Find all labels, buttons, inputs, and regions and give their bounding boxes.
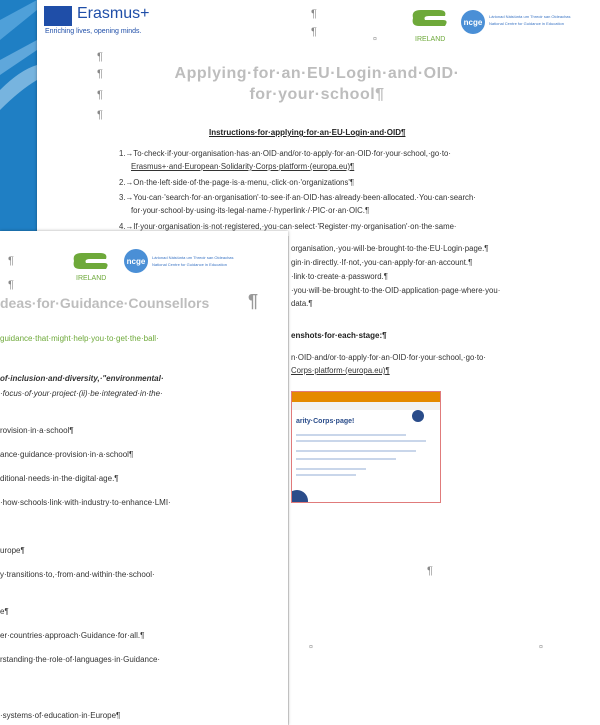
pilcrow-mark: ¶ xyxy=(248,291,259,311)
ideas-title: deas·for·Guidance·Counsellors xyxy=(0,295,210,311)
instruction-item-1: 1.→To·check·if·your·organisation·has·an·… xyxy=(119,149,451,158)
ncge-logo: ncge xyxy=(461,10,485,34)
continuation-line-1: organisation,·you·will·be·brought·to·the… xyxy=(291,244,489,253)
document-title-line1: Applying·for·an·EU·Login·and·OID· xyxy=(174,65,460,82)
cell-marker: ¤ xyxy=(309,644,313,651)
idea-line-6: y·transitions·to,·from·and·within·the·sc… xyxy=(0,570,155,579)
euroguidance-logo-icon xyxy=(70,249,112,271)
embedded-screenshot: arity·Corps·page! xyxy=(291,391,441,503)
ncge-partner-line2: National Centre for Guidance in Educatio… xyxy=(489,21,564,26)
ideas-subtitle: guidance·that·might·help·you·to·get·the·… xyxy=(0,334,159,343)
instruction-item-3-cont: for·your·school·by·using·its·legal·name·… xyxy=(131,206,370,215)
eu-flag-icon xyxy=(44,6,72,26)
idea-line-2: ance·guidance·provision·in·a·school¶ xyxy=(0,450,134,459)
pilcrow-mark: ¶ xyxy=(311,26,317,38)
pilcrow-mark: ¶ xyxy=(8,279,14,291)
screenshots-heading: enshots·for·each·stage:¶ xyxy=(291,331,387,340)
cell-marker: ¤ xyxy=(539,644,543,651)
erasmus-platform-link[interactable]: Erasmus+·and·European·Solidarity·Corps·p… xyxy=(131,162,354,171)
screenshot-address-bar xyxy=(292,402,440,410)
idea-line-4: ·how·schools·link·with·industry·to·enhan… xyxy=(0,498,171,507)
idea-line-1: rovision·in·a·school¶ xyxy=(0,426,74,435)
screenshot-avatar-icon xyxy=(412,410,424,422)
pilcrow-mark: ¶ xyxy=(97,109,103,121)
continuation-line-3: ·link·to·create·a·password.¶ xyxy=(291,272,388,281)
ncge-partner-line1: Lárionad Náisiúnta um Threoir san Oideac… xyxy=(489,14,571,19)
screenshot-page-title: arity·Corps·page! xyxy=(296,418,355,425)
idea-line-10: ·systems·of·education·in·Europe¶ xyxy=(0,711,121,720)
screenshots-line-1: n·OID·and/or·to·apply·for·an·OID·for·you… xyxy=(291,353,486,362)
ireland-label: IRELAND xyxy=(76,275,107,282)
pilcrow-mark: ¶ xyxy=(97,89,103,101)
continuation-line-4: ·you·will·be·brought·to·the·OID·applicat… xyxy=(291,286,501,295)
pilcrow-mark: ¶ xyxy=(8,255,14,267)
idea-line-3: ditional·needs·in·the·digital·age.¶ xyxy=(0,474,119,483)
continuation-line-5: data.¶ xyxy=(291,299,313,308)
erasmus-logo-text: Erasmus+ xyxy=(77,5,150,22)
instructions-heading: Instructions·for·applying·for·an·EU·Logi… xyxy=(209,128,406,137)
idea-line-9: rstanding·the·role·of·languages·in·Guida… xyxy=(0,655,161,664)
idea-line-5: urope¶ xyxy=(0,546,25,555)
instruction-item-4: 4.→If·your·organisation·is·not·registere… xyxy=(119,222,457,231)
pilcrow-mark: ¶ xyxy=(97,68,103,80)
ireland-label: IRELAND xyxy=(415,36,446,43)
document-page-instructions: Erasmus+ Enriching lives, opening minds.… xyxy=(37,0,600,236)
screenshot-orange-bar xyxy=(292,392,440,402)
pilcrow-mark: ¶ xyxy=(97,51,103,63)
ideas-bold-line-1: of·inclusion·and·diversity,·"environment… xyxy=(0,374,164,383)
idea-line-7: e¶ xyxy=(0,607,9,616)
erasmus-tagline: Enriching lives, opening minds. xyxy=(45,28,142,35)
ncge-partner-line1: Lárionad Náisiúnta um Threoir san Oideac… xyxy=(152,255,234,260)
idea-line-8: er·countries·approach·Guidance·for·all.¶ xyxy=(0,631,145,640)
continuation-line-2: gin·in·directly.·If·not,·you·can·apply·f… xyxy=(291,258,473,267)
instruction-item-3: 3.→You·can·'search·for·an·organisation'·… xyxy=(119,193,476,202)
cell-marker: ¤ xyxy=(373,36,377,43)
instruction-item-2: 2.→On·the·left·side·of·the·page·is·a·men… xyxy=(119,178,355,187)
document-page-continuation: organisation,·you·will·be·brought·to·the… xyxy=(288,236,600,725)
pilcrow-mark: ¶ xyxy=(311,8,317,20)
ncge-partner-line2: National Centre for Guidance in Educatio… xyxy=(152,262,227,267)
ncge-logo: ncge xyxy=(124,249,148,273)
document-title-line2: for·your·school¶ xyxy=(249,86,385,103)
ideas-bold-line-2: ·focus·of·your·project·(ii)·be·integrate… xyxy=(0,389,163,398)
euroguidance-logo-icon xyxy=(409,6,451,28)
platform-link-2[interactable]: Corps·platform·(europa.eu)¶ xyxy=(291,366,390,375)
pilcrow-mark: ¶ xyxy=(427,565,433,577)
document-page-ideas: IRELAND ncge Lárionad Náisiúnta um Threo… xyxy=(0,231,288,725)
screenshot-circle-icon xyxy=(292,490,308,502)
